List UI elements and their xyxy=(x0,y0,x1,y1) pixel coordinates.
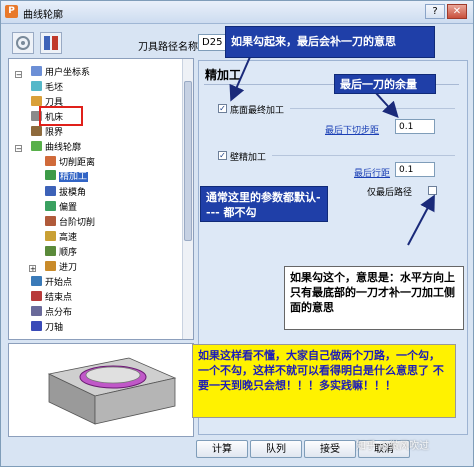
note-defaults: 通常这里的参数都默认---- 都不勾 xyxy=(200,186,328,222)
wall-finish-checkbox[interactable]: ✓ xyxy=(218,151,227,160)
final-stepdown-input[interactable] xyxy=(395,119,435,134)
tree-item-finishing[interactable]: 精加工 xyxy=(45,170,89,183)
tree-item-tool-axis[interactable]: 刀轴 xyxy=(31,321,63,334)
tree-item-draft-angle[interactable]: 拔模角 xyxy=(45,186,86,199)
offset-icon xyxy=(45,201,56,211)
final-stepover-link[interactable]: 最后行距 xyxy=(354,166,390,179)
curve-profile-icon xyxy=(31,141,42,151)
accept-button[interactable]: 接受 xyxy=(304,440,356,458)
title-bar[interactable]: P 曲线轮廓 ? ✕ xyxy=(1,1,473,24)
order-icon xyxy=(45,246,56,256)
tree-item-block[interactable]: 毛坯 xyxy=(31,81,63,94)
machine-settings-icon[interactable] xyxy=(12,32,34,54)
preview-model-image xyxy=(47,357,177,425)
group-divider xyxy=(290,108,455,109)
tool-icon xyxy=(31,96,42,106)
help-button[interactable]: ? xyxy=(425,4,445,19)
app-icon: P xyxy=(5,5,18,18)
tree-item-boundary[interactable]: 限界 xyxy=(31,126,63,139)
watermark: 知乎 @微风吹过 xyxy=(356,441,430,452)
note-bottom-only: 如果勾这个，意思是：水平方向上只有最底部的一刀才补一刀加工侧面的意思 xyxy=(284,266,464,330)
strategy-preview xyxy=(8,343,194,437)
wall-finish-label: 壁精加工 xyxy=(230,153,267,163)
tree-item-end-point[interactable]: 结束点 xyxy=(31,291,72,304)
tree-scroll-thumb[interactable] xyxy=(184,81,192,241)
high-speed-icon xyxy=(45,231,56,241)
calculate-button[interactable]: 计算 xyxy=(196,440,248,458)
selection-highlight-box xyxy=(39,106,83,126)
tree-expander[interactable]: − xyxy=(15,71,22,79)
tree-item-start-point[interactable]: 开始点 xyxy=(31,276,72,289)
last-path-only-checkbox[interactable] xyxy=(428,186,437,195)
close-button[interactable]: ✕ xyxy=(447,4,467,19)
panel-title: 精加工 xyxy=(205,68,242,82)
strategy-tree: − 用户坐标系 毛坯 刀具 机床 限界 − 曲线轮廓 切削距离 精加工 拔模角 … xyxy=(8,58,194,340)
boundary-icon xyxy=(31,126,42,136)
tree-item-cut-distance[interactable]: 切削距离 xyxy=(45,156,95,169)
block-icon xyxy=(31,81,42,91)
bottom-finish-label: 底面最终加工 xyxy=(230,106,285,116)
lead-in-icon xyxy=(45,261,56,271)
queue-button[interactable]: 队列 xyxy=(250,440,302,458)
tree-expander[interactable]: − xyxy=(15,145,22,153)
ucs-icon xyxy=(31,66,42,76)
last-path-only-label: 仅最后路径 xyxy=(367,188,413,198)
toolpath-name-label: 刀具路径名称 xyxy=(138,42,198,53)
tree-item-offset[interactable]: 偏置 xyxy=(45,201,77,214)
finishing-icon xyxy=(45,170,56,180)
toolpath-template-icon[interactable] xyxy=(40,32,62,54)
note-top: 如果勾起来，最后会补一刀的意思 xyxy=(225,26,435,58)
tree-item-curve-profile[interactable]: 曲线轮廓 xyxy=(31,141,81,154)
step-cut-icon xyxy=(45,216,56,226)
tree-item-lead-in[interactable]: 进刀 xyxy=(45,261,77,274)
end-point-icon xyxy=(31,291,42,301)
note-allowance: 最后一刀的余量 xyxy=(334,74,436,94)
draft-angle-icon xyxy=(45,186,56,196)
tree-expander[interactable]: + xyxy=(29,265,36,273)
final-stepover-input[interactable] xyxy=(395,162,435,177)
cut-distance-icon xyxy=(45,156,56,166)
point-distribution-icon xyxy=(31,306,42,316)
window-title: 曲线轮廓 xyxy=(23,10,63,21)
tree-item-order[interactable]: 顺序 xyxy=(45,246,77,259)
bottom-finish-checkbox[interactable]: ✓ xyxy=(218,104,227,113)
final-stepdown-link[interactable]: 最后下切步距 xyxy=(325,123,379,136)
tree-scrollbar[interactable] xyxy=(182,59,193,339)
tree-item-ucs[interactable]: 用户坐标系 xyxy=(31,66,90,79)
tool-axis-icon xyxy=(31,321,42,331)
start-point-icon xyxy=(31,276,42,286)
note-advice: 如果这样看不懂，大家自己做两个刀路，一个勾，一个不勾，这样不就可以看得明白是什么… xyxy=(192,344,456,418)
tree-item-point-distribution[interactable]: 点分布 xyxy=(31,306,72,319)
tree-item-high-speed[interactable]: 高速 xyxy=(45,231,77,244)
group-divider xyxy=(272,155,455,156)
tree-item-step-cut[interactable]: 台阶切削 xyxy=(45,216,95,229)
